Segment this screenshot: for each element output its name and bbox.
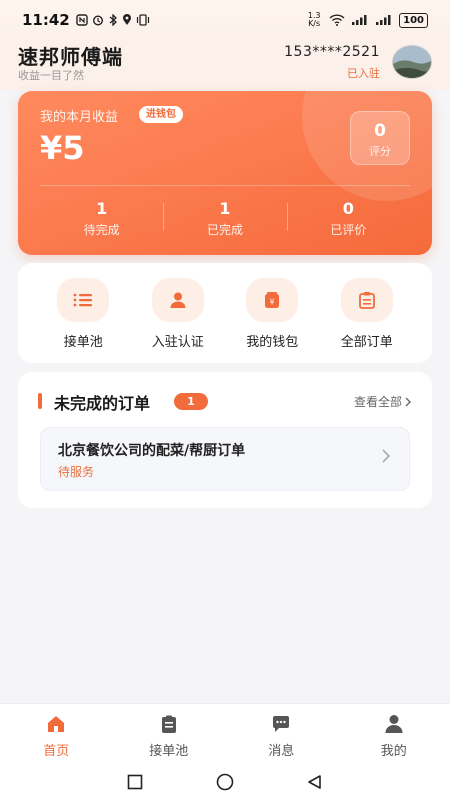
tab-label: 接单池: [149, 744, 189, 759]
home-icon: [0, 714, 113, 734]
stat-pending[interactable]: 1 待完成: [40, 199, 163, 241]
home-button[interactable]: [216, 773, 234, 791]
join-status: 已入驻: [347, 67, 380, 80]
tab-label: 我的: [380, 744, 407, 759]
recents-button[interactable]: [127, 774, 143, 790]
tab-label: 消息: [268, 744, 295, 759]
stat-label: 待完成: [83, 223, 120, 237]
chevron-right-icon: [382, 449, 391, 463]
chat-icon: [225, 714, 338, 734]
order-item[interactable]: 北京餐饮公司的配菜/帮厨订单 待服务: [40, 427, 410, 491]
quick-actions-card: 接单池 入驻认证 ¥ 我的钱包 全部订单: [18, 263, 432, 363]
pending-orders-card: 未完成的订单 1 查看全部 北京餐饮公司的配菜/帮厨订单 待服务: [18, 372, 432, 508]
stat-value: 0: [342, 199, 354, 218]
tab-profile[interactable]: 我的: [338, 704, 450, 763]
stats-row: 1 待完成 1 已完成 0 已评价: [40, 199, 410, 241]
wifi-icon: [329, 14, 345, 26]
orders-count-badge: 1: [174, 393, 208, 410]
orders-title: 未完成的订单: [54, 394, 151, 413]
phone-number: 153****2521: [284, 44, 380, 60]
quick-wallet[interactable]: ¥ 我的钱包: [232, 278, 312, 363]
section-accent-bar: [38, 393, 42, 409]
stat-label: 已完成: [206, 223, 243, 237]
app-subtitle: 收益一目了然: [18, 69, 84, 82]
back-button[interactable]: [307, 774, 323, 790]
score-value: 0: [374, 121, 386, 141]
stat-reviewed[interactable]: 0 已评价: [286, 199, 410, 241]
earnings-card: 我的本月收益 进钱包 ¥5 0 评分 1 待完成 1 已完成 0 已评价: [18, 91, 432, 255]
status-time: 11:42: [22, 11, 70, 29]
tab-home[interactable]: 首页: [0, 704, 113, 763]
status-icons: [76, 14, 150, 26]
score-label: 评分: [369, 145, 391, 158]
tab-order-pool[interactable]: 接单池: [113, 704, 226, 763]
status-right: 1.3 K/s 100: [305, 12, 428, 28]
app-title: 速邦师傅端: [18, 45, 123, 69]
vibrate-icon: [136, 14, 149, 26]
stat-value: 1: [96, 199, 108, 218]
chevron-right-icon: [405, 397, 411, 406]
alarm-icon: [92, 15, 103, 26]
quick-order-pool[interactable]: 接单池: [43, 278, 123, 363]
stat-label: 已评价: [330, 223, 367, 237]
bottom-tabbar: 首页 接单池 消息 我的: [0, 703, 450, 763]
status-bar: 11:42 1.3 K/s 100: [0, 0, 450, 40]
stat-value: 1: [219, 199, 231, 218]
header: 速邦师傅端 收益一目了然 153****2521 已入驻: [0, 40, 450, 86]
tab-label: 首页: [43, 744, 70, 759]
quick-label: 入驻认证: [151, 335, 204, 350]
signal-icon: [352, 15, 367, 25]
clipboard-icon: [340, 278, 393, 322]
quick-label: 全部订单: [340, 335, 393, 350]
score-box[interactable]: 0 评分: [350, 111, 410, 165]
view-all-label: 查看全部: [353, 395, 402, 409]
wallet-icon: ¥: [246, 278, 299, 322]
clipboard-icon: [113, 714, 226, 734]
quick-label: 我的钱包: [246, 335, 299, 350]
system-nav-bar: [0, 763, 450, 800]
battery-icon: 100: [399, 12, 428, 28]
avatar-image: [393, 46, 431, 78]
tab-messages[interactable]: 消息: [225, 704, 338, 763]
svg-text:¥: ¥: [270, 298, 275, 307]
quick-all-orders[interactable]: 全部订单: [327, 278, 407, 363]
wallet-chip-button[interactable]: 进钱包: [139, 106, 183, 123]
list-icon: [57, 278, 110, 322]
earnings-amount: ¥5: [40, 129, 85, 167]
person-icon: [338, 714, 450, 734]
order-title: 北京餐饮公司的配菜/帮厨订单: [58, 443, 246, 459]
quick-label: 接单池: [63, 335, 103, 350]
order-status: 待服务: [58, 465, 95, 479]
signal-icon-2: [376, 15, 391, 25]
earnings-label: 我的本月收益: [40, 110, 119, 125]
card-divider: [40, 185, 410, 186]
stat-completed[interactable]: 1 已完成: [163, 199, 286, 241]
location-icon: [122, 14, 131, 25]
avatar[interactable]: [392, 45, 432, 79]
net-speed: 1.3 K/s: [307, 11, 321, 28]
quick-certification[interactable]: 入驻认证: [138, 278, 218, 363]
nfc-icon: [76, 14, 88, 26]
user-icon: [151, 278, 204, 322]
bluetooth-icon: [109, 14, 117, 26]
view-all-link[interactable]: 查看全部: [354, 393, 412, 410]
status-left: 11:42: [22, 11, 150, 29]
